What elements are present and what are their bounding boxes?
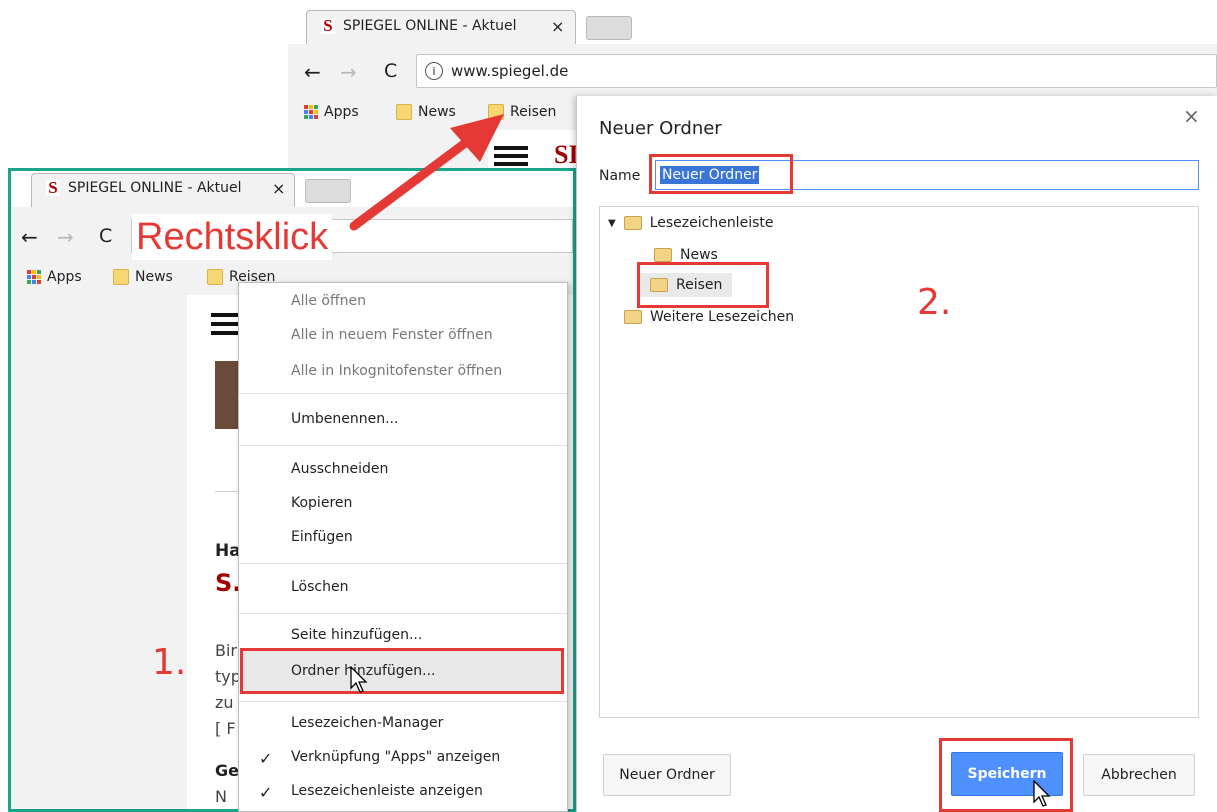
back-back-icon[interactable]: ← — [304, 60, 321, 84]
menu-item-cut[interactable]: Ausschneiden — [291, 461, 388, 477]
article-fragment-ha: Ha — [215, 541, 241, 561]
cancel-button[interactable]: Abbrechen — [1083, 754, 1195, 796]
check-icon: ✓ — [259, 749, 273, 768]
tree-item-other-bookmarks[interactable]: Weitere Lesezeichen — [624, 309, 794, 325]
highlight-reisen — [637, 262, 769, 308]
back-forward-icon[interactable]: → — [340, 60, 357, 84]
menu-separator — [239, 613, 567, 614]
back-reload-icon[interactable]: C — [384, 60, 397, 82]
front-back-icon[interactable]: ← — [21, 225, 38, 249]
tree-item-news[interactable]: News — [654, 247, 718, 263]
menu-separator — [239, 445, 567, 446]
article-fragment-n: N — [215, 787, 227, 806]
front-bookmark-apps[interactable]: Apps — [27, 269, 82, 285]
menu-separator — [239, 701, 567, 702]
article-fragment-ge: Ge — [215, 761, 239, 780]
menu-item-delete[interactable]: Löschen — [291, 579, 348, 595]
folder-icon — [113, 269, 129, 285]
front-reload-icon[interactable]: C — [99, 225, 112, 247]
highlight-name-input — [649, 154, 793, 194]
dialog-close-icon[interactable]: × — [1183, 104, 1200, 128]
menu-separator — [239, 393, 567, 394]
mouse-cursor-icon — [350, 666, 368, 693]
step-2-annotation: 2. — [917, 282, 952, 323]
menu-item-paste[interactable]: Einfügen — [291, 529, 353, 545]
menu-item-open-all-incognito[interactable]: Alle in Inkognitofenster öffnen — [291, 363, 502, 379]
context-menu: Alle öffnen Alle in neuem Fenster öffnen… — [238, 282, 568, 812]
article-fragment-bir: Bir — [215, 641, 237, 660]
apps-grid-icon — [304, 105, 318, 119]
highlight-add-folder — [240, 648, 564, 694]
menu-item-add-page[interactable]: Seite hinzufügen... — [291, 627, 422, 643]
apps-grid-icon — [27, 270, 41, 284]
menu-separator — [239, 563, 567, 564]
check-icon: ✓ — [259, 783, 273, 802]
front-bookmark-news[interactable]: News — [113, 269, 173, 285]
spiegel-logo-icon: S — [46, 178, 60, 197]
dialog-title: Neuer Ordner — [599, 118, 722, 139]
back-tab-title: SPIEGEL ONLINE - Aktuel — [343, 18, 517, 34]
menu-item-bookmark-manager[interactable]: Lesezeichen-Manager — [291, 715, 443, 731]
back-tab[interactable]: S SPIEGEL ONLINE - Aktuel × — [306, 10, 576, 44]
front-hamburger-icon[interactable] — [211, 313, 241, 335]
new-folder-dialog: Neuer Ordner × Name Neuer Ordner ▼ Lesez… — [576, 96, 1217, 812]
menu-item-open-all[interactable]: Alle öffnen — [291, 293, 366, 309]
back-tab-close-icon[interactable]: × — [551, 17, 564, 36]
article-fragment-f: [ F — [215, 719, 236, 738]
menu-item-show-apps-shortcut[interactable]: Verknüpfung "Apps" anzeigen — [291, 749, 500, 765]
article-fragment-zu: zu — [215, 693, 234, 712]
expand-triangle-icon[interactable]: ▼ — [608, 218, 616, 229]
folder-icon — [207, 269, 223, 285]
name-label: Name — [599, 168, 641, 184]
step-1-annotation: 1. — [152, 642, 187, 683]
info-icon: i — [425, 62, 443, 80]
back-new-tab-button[interactable] — [586, 16, 632, 40]
spiegel-logo-icon: S — [321, 16, 335, 35]
folder-icon — [623, 216, 642, 230]
folder-icon — [654, 248, 672, 262]
front-tab-close-icon[interactable]: × — [272, 179, 285, 198]
menu-item-copy[interactable]: Kopieren — [291, 495, 352, 511]
front-tab[interactable]: S SPIEGEL ONLINE - Aktuel × — [31, 173, 295, 207]
menu-item-open-all-new-window[interactable]: Alle in neuem Fenster öffnen — [291, 327, 493, 343]
tree-item-bookmark-bar[interactable]: ▼ Lesezeichenleiste — [608, 215, 773, 231]
folder-icon — [624, 310, 642, 324]
right-click-annotation: Rechtsklick — [132, 214, 333, 260]
mouse-cursor-icon — [1033, 780, 1051, 807]
menu-item-rename[interactable]: Umbenennen... — [291, 411, 398, 427]
annotation-arrow — [349, 114, 504, 231]
new-folder-button[interactable]: Neuer Ordner — [603, 754, 731, 796]
back-url-text: www.spiegel.de — [451, 62, 569, 80]
back-spiegel-title-fragment: SI — [554, 140, 579, 169]
menu-item-show-bookmark-bar[interactable]: Lesezeichenleiste anzeigen — [291, 783, 483, 799]
back-address-bar[interactable]: i www.spiegel.de — [416, 54, 1217, 88]
front-forward-icon[interactable]: → — [57, 225, 74, 249]
front-tab-title: SPIEGEL ONLINE - Aktuel — [68, 180, 242, 196]
